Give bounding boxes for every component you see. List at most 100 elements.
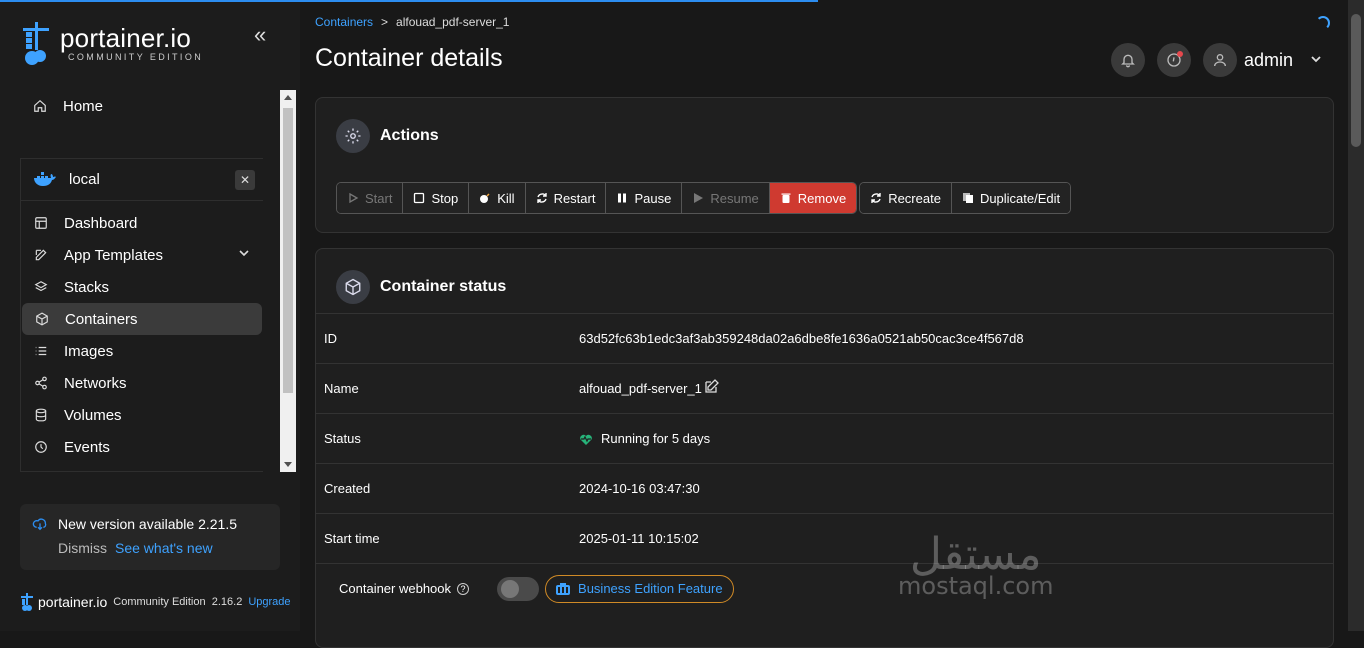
main-scrollbar[interactable]: [1348, 0, 1364, 631]
briefcase-icon: [556, 582, 571, 595]
sidebar-item-networks[interactable]: Networks: [21, 367, 263, 399]
footer-version: 2.16.2: [211, 596, 243, 608]
layers-icon: [34, 281, 48, 292]
webhook-label: Container webhook: [339, 581, 452, 596]
sidebar-item-dashboard[interactable]: Dashboard: [21, 207, 263, 239]
home-icon: [34, 99, 46, 112]
breadcrumb: Containers > alfouad_pdf-server_1: [315, 15, 509, 29]
environment-name: local: [69, 171, 100, 188]
edit-icon[interactable]: [705, 378, 719, 393]
share-icon: [35, 376, 47, 390]
help-button[interactable]: [1157, 43, 1191, 77]
container-status-title: Container status: [380, 278, 507, 295]
refresh-icon: [536, 193, 547, 203]
business-edition-label: Business Edition Feature: [578, 581, 723, 596]
heartbeat-icon: [580, 434, 592, 445]
scroll-down-icon[interactable]: [284, 462, 292, 467]
sidebar-item-containers[interactable]: Containers: [22, 303, 262, 335]
breadcrumb-separator: >: [381, 15, 389, 29]
sidebar-item-volumes[interactable]: Volumes: [21, 399, 263, 431]
environment-header: local ✕: [21, 159, 263, 201]
start-time-value: 2025-01-11 10:15:02: [579, 531, 699, 546]
stop-button[interactable]: Stop: [403, 183, 470, 213]
user-icon: [1214, 54, 1226, 67]
kill-button[interactable]: Kill: [469, 183, 526, 213]
whats-new-link[interactable]: See what's new: [115, 540, 213, 556]
notifications-button[interactable]: [1111, 43, 1145, 77]
recreate-label: Recreate: [888, 190, 941, 206]
scrollbar-thumb[interactable]: [283, 108, 293, 393]
start-label: Start: [365, 190, 393, 206]
sidebar-item-label: Dashboard: [64, 214, 138, 232]
webhook-toggle[interactable]: [497, 576, 540, 601]
resume-label: Resume: [710, 190, 759, 206]
bomb-icon: [480, 193, 490, 203]
portainer-logo-icon: [23, 22, 49, 65]
business-edition-badge[interactable]: Business Edition Feature: [545, 574, 734, 603]
portainer-logo[interactable]: portainer.io COMMUNITY EDITION: [18, 20, 203, 66]
breadcrumb-current: alfouad_pdf-server_1: [396, 15, 510, 29]
sidebar-item-stacks[interactable]: Stacks: [21, 271, 263, 303]
user-avatar[interactable]: [1203, 43, 1237, 77]
footer-brand: portainer.io: [38, 594, 108, 610]
sidebar-item-label: Events: [64, 438, 110, 456]
scroll-up-icon[interactable]: [284, 95, 292, 100]
environment-panel: local ✕ Dashboard App Templates Stacks C…: [20, 158, 263, 472]
action-toolbar: Start Stop Kill Restart Pause Resume Rem…: [336, 182, 1072, 214]
start-button[interactable]: Start: [337, 183, 404, 213]
container-status-value: Running for 5 days: [601, 431, 711, 446]
play-icon: [694, 193, 704, 203]
pause-icon: [618, 193, 627, 203]
row-key: Start time: [324, 531, 380, 546]
stop-label: Stop: [431, 190, 459, 206]
sidebar-item-label: Images: [64, 342, 114, 360]
recreate-button[interactable]: Recreate: [860, 183, 952, 213]
sidebar-item-images[interactable]: Images: [21, 335, 263, 367]
clock-icon: [35, 441, 47, 453]
sidebar-scrollbar[interactable]: [280, 90, 296, 472]
restart-label: Restart: [553, 190, 596, 206]
actions-title: Actions: [380, 127, 439, 144]
row-key: Status: [324, 431, 361, 446]
sidebar-item-home[interactable]: Home: [20, 90, 260, 122]
sidebar-item-events[interactable]: Events: [21, 431, 263, 463]
brand-edition: COMMUNITY EDITION: [68, 52, 204, 62]
list-icon: [35, 346, 47, 356]
breadcrumb-containers-link[interactable]: Containers: [315, 15, 373, 29]
duplicate-edit-button[interactable]: Duplicate/Edit: [951, 183, 1071, 213]
cube-icon: [36, 312, 48, 326]
help-icon[interactable]: ?: [457, 582, 470, 595]
table-row: Name alfouad_pdf-server_1: [316, 363, 1333, 413]
remove-button[interactable]: Remove: [769, 183, 857, 213]
stop-icon: [414, 192, 425, 204]
table-row: Created 2024-10-16 03:47:30: [316, 463, 1333, 513]
upgrade-link[interactable]: Upgrade: [248, 596, 290, 608]
duplicate-edit-label: Duplicate/Edit: [979, 190, 1061, 206]
dismiss-link[interactable]: Dismiss: [58, 540, 107, 556]
pause-button[interactable]: Pause: [606, 183, 683, 213]
bell-icon: [1121, 54, 1135, 68]
table-row: Start time 2025-01-11 10:15:02: [316, 513, 1333, 563]
loading-bar: [0, 0, 818, 2]
chevron-down-icon[interactable]: [1310, 53, 1322, 65]
sidebar-footer: portainer.io Community Edition 2.16.2 Up…: [20, 592, 291, 612]
resume-button[interactable]: Resume: [682, 183, 770, 213]
close-environment-button[interactable]: ✕: [235, 170, 255, 190]
sidebar-item-app-templates[interactable]: App Templates: [21, 239, 263, 271]
footer-edition: Community Edition: [113, 596, 206, 608]
collapse-sidebar-icon[interactable]: «: [254, 22, 266, 48]
restart-button[interactable]: Restart: [525, 183, 607, 213]
page-title: Container details: [315, 44, 503, 72]
sidebar-item-label: App Templates: [64, 246, 163, 264]
edit-icon: [35, 249, 47, 261]
sidebar-item-label: Containers: [65, 310, 138, 328]
container-status-card: Container status ID 63d52fc63b1edc3af3ab…: [315, 248, 1334, 648]
main-content: Containers > alfouad_pdf-server_1 Containe…: [300, 0, 1364, 648]
chevron-down-icon[interactable]: [239, 248, 249, 258]
row-key: Name: [324, 381, 359, 396]
scrollbar-thumb[interactable]: [1351, 14, 1361, 147]
username[interactable]: admin: [1244, 50, 1293, 71]
brand-name: portainer.io: [60, 23, 192, 53]
table-row: ID 63d52fc63b1edc3af3ab359248da02a6dbe8f…: [316, 313, 1333, 363]
play-icon: [349, 192, 359, 204]
